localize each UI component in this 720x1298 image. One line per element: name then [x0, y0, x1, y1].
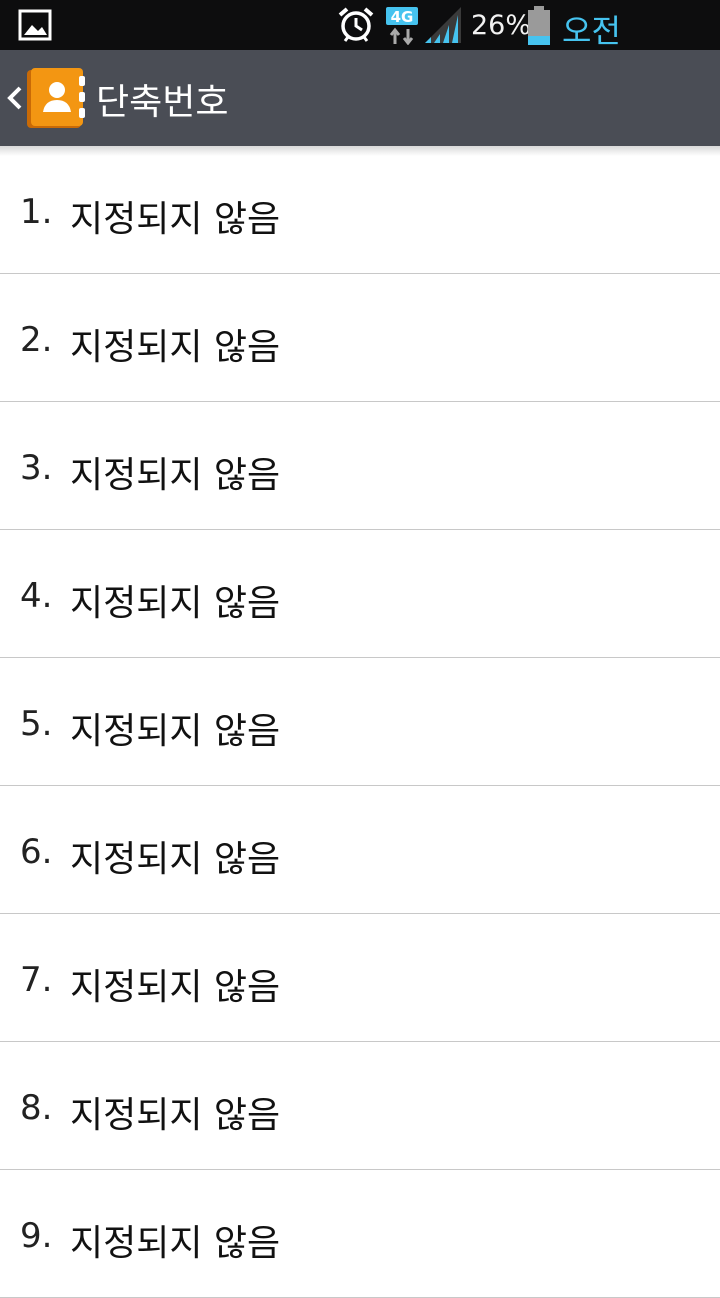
speed-dial-number: 2. — [20, 320, 53, 360]
network-type-label: 4G — [391, 8, 414, 26]
speed-dial-item-5[interactable]: 5. 지정되지 않음 — [0, 658, 720, 786]
speed-dial-item-4[interactable]: 4. 지정되지 않음 — [0, 530, 720, 658]
speed-dial-number: 4. — [20, 576, 53, 616]
speed-dial-number: 6. — [20, 832, 53, 872]
speed-dial-list: 1. 지정되지 않음 2. 지정되지 않음 3. 지정되지 않음 4. 지정되지… — [0, 146, 720, 1298]
gallery-icon — [18, 9, 52, 41]
speed-dial-item-9[interactable]: 9. 지정되지 않음 — [0, 1170, 720, 1298]
speed-dial-number: 9. — [20, 1216, 53, 1256]
speed-dial-item-8[interactable]: 8. 지정되지 않음 — [0, 1042, 720, 1170]
speed-dial-label: 지정되지 않음 — [70, 1223, 281, 1264]
speed-dial-label: 지정되지 않음 — [70, 711, 281, 752]
speed-dial-number: 1. — [20, 192, 53, 232]
speed-dial-number: 8. — [20, 1088, 53, 1128]
speed-dial-label: 지정되지 않음 — [70, 583, 281, 624]
speed-dial-label: 지정되지 않음 — [70, 839, 281, 880]
speed-dial-item-6[interactable]: 6. 지정되지 않음 — [0, 786, 720, 914]
battery-icon — [528, 6, 550, 45]
page-title: 단축번호 — [96, 82, 229, 123]
network-4g-icon: 4G — [386, 7, 418, 45]
contacts-book-icon[interactable] — [25, 66, 87, 130]
speed-dial-label: 지정되지 않음 — [70, 967, 281, 1008]
speed-dial-number: 5. — [20, 704, 53, 744]
back-chevron-icon[interactable] — [4, 78, 24, 118]
speed-dial-item-1[interactable]: 1. 지정되지 않음 — [0, 146, 720, 274]
action-bar: 단축번호 — [0, 50, 720, 146]
alarm-icon — [338, 7, 374, 42]
speed-dial-item-2[interactable]: 2. 지정되지 않음 — [0, 274, 720, 402]
speed-dial-label: 지정되지 않음 — [70, 327, 281, 368]
speed-dial-number: 7. — [20, 960, 53, 1000]
speed-dial-item-7[interactable]: 7. 지정되지 않음 — [0, 914, 720, 1042]
status-bar: 4G 26% 오전 12:11 — [0, 0, 720, 90]
battery-percent: 26% — [471, 10, 532, 41]
signal-icon — [425, 7, 461, 43]
speed-dial-label: 지정되지 않음 — [70, 1095, 281, 1136]
speed-dial-number: 3. — [20, 448, 53, 488]
speed-dial-item-3[interactable]: 3. 지정되지 않음 — [0, 402, 720, 530]
speed-dial-label: 지정되지 않음 — [70, 199, 281, 240]
speed-dial-label: 지정되지 않음 — [70, 455, 281, 496]
